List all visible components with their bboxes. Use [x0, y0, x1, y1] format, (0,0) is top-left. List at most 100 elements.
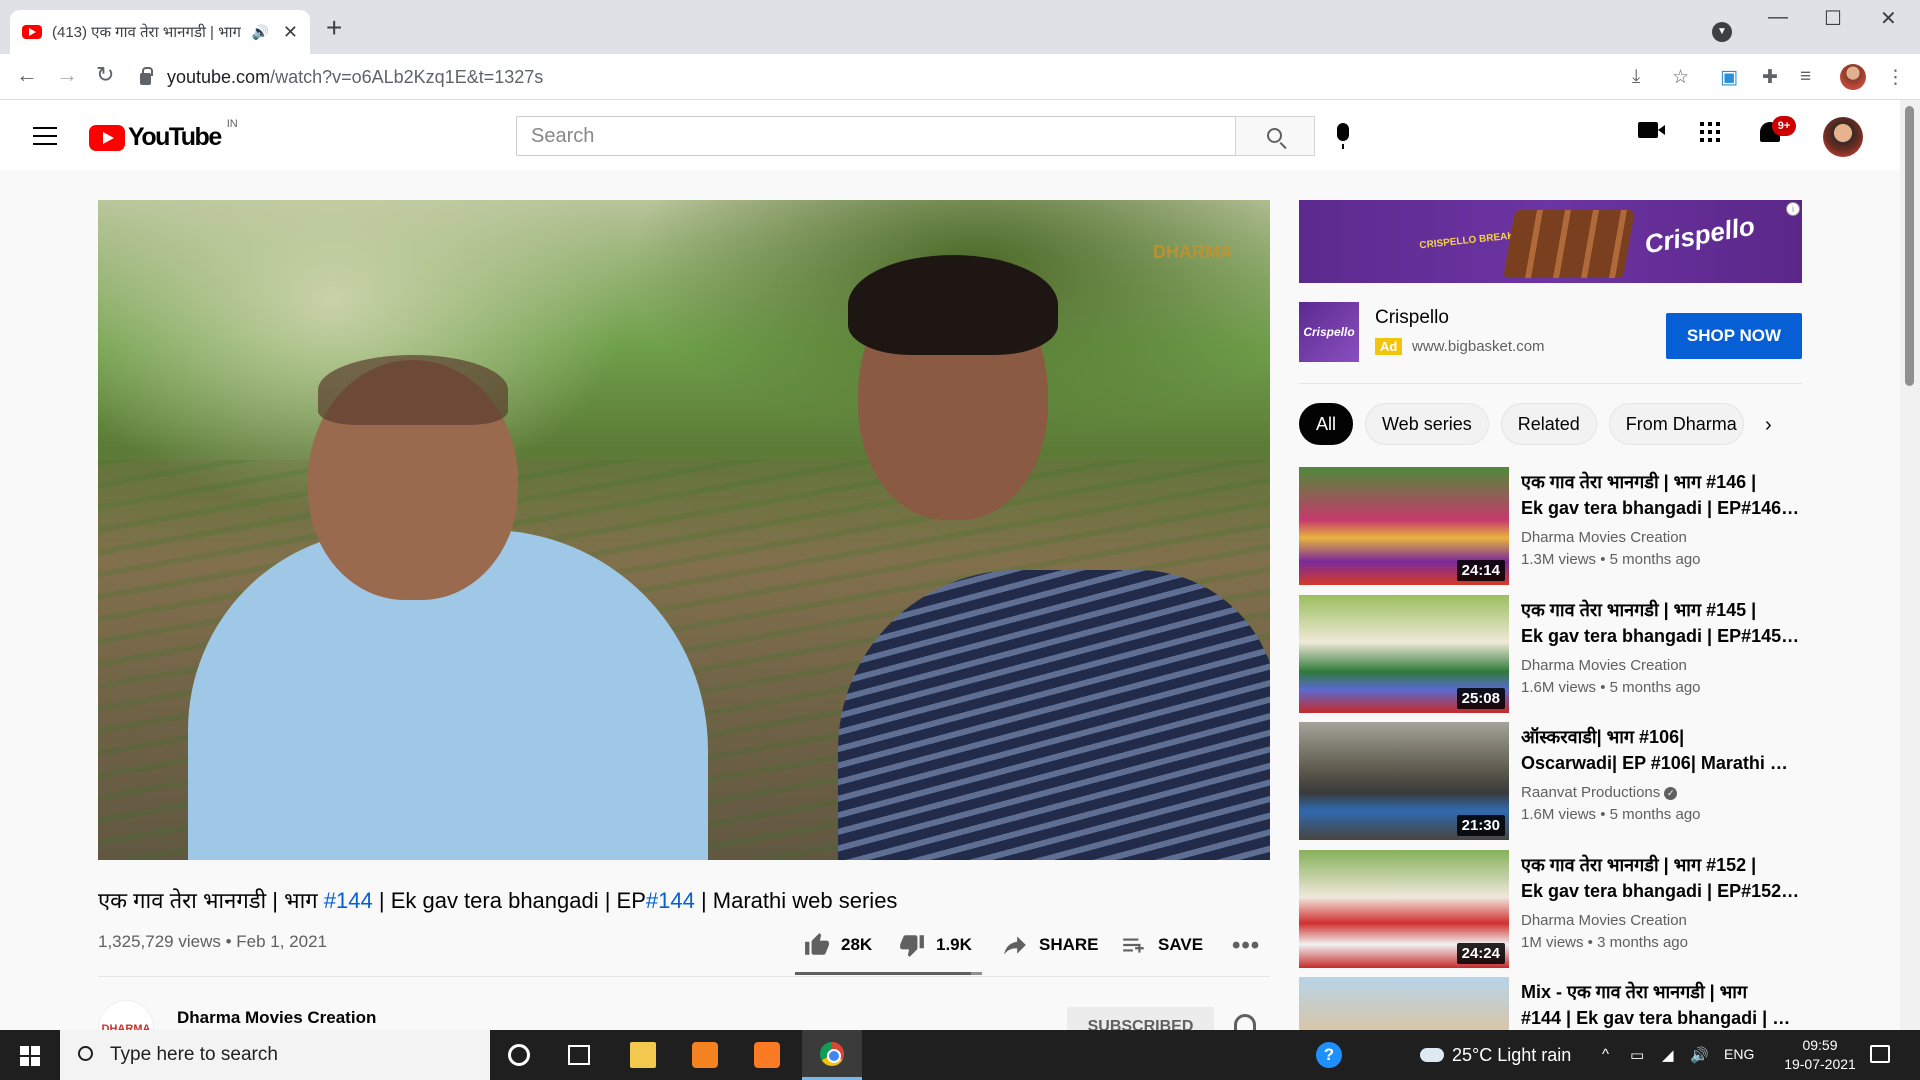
rec-title-line1[interactable]: एक गाव तेरा भानगडी | भाग #145 |: [1521, 597, 1801, 623]
sublime-text-icon[interactable]: [692, 1042, 718, 1068]
tab-search-icon[interactable]: ▼: [1712, 22, 1732, 42]
address-bar[interactable]: youtube.com/watch?v=o6ALb2Kzq1E&t=1327s: [140, 60, 1675, 94]
cortana-icon[interactable]: [508, 1044, 530, 1066]
action-center-icon[interactable]: [1870, 1045, 1890, 1063]
thumbs-down-icon: [900, 935, 924, 957]
browser-tab-youtube[interactable]: (413) एक गाव तेरा भानगडी | भाग 🔊 ✕: [10, 10, 310, 54]
video-thumbnail[interactable]: 24:14: [1299, 467, 1509, 585]
rec-title-line2[interactable]: #144 | Ek gav tera bhangadi | EP#144: [1521, 1005, 1801, 1030]
task-view-icon[interactable]: [568, 1045, 590, 1065]
video-thumbnail[interactable]: 21:30: [1299, 722, 1509, 840]
recommended-video[interactable]: 24:24 एक गाव तेरा भानगडी | भाग #152 | Ek…: [1299, 850, 1804, 968]
speaker-icon[interactable]: 🔊: [251, 24, 268, 41]
chip-all[interactable]: All: [1299, 403, 1354, 445]
video-thumbnail[interactable]: 25:08: [1299, 595, 1509, 713]
bookmark-star-icon[interactable]: ☆: [1672, 66, 1689, 89]
rec-title-line2[interactable]: Ek gav tera bhangadi | EP#152 | Marathi …: [1521, 878, 1801, 904]
rec-channel[interactable]: Dharma Movies Creation: [1521, 657, 1687, 674]
xampp-icon[interactable]: [754, 1042, 780, 1068]
forward-icon[interactable]: →: [56, 62, 78, 88]
channel-name[interactable]: Dharma Movies Creation: [177, 1008, 376, 1028]
back-icon[interactable]: ←: [16, 62, 38, 88]
chip-from-channel[interactable]: From Dharma Movies: [1608, 403, 1744, 445]
taskbar-chrome-button[interactable]: [802, 1030, 862, 1080]
chevron-right-icon[interactable]: ›: [1765, 414, 1772, 437]
ad-title[interactable]: Crispello: [1375, 307, 1449, 329]
video-title: एक गाव तेरा भानगडी | भाग #144 | Ek gav t…: [98, 885, 897, 915]
video-thumbnail[interactable]: 24:24: [1299, 850, 1509, 968]
lock-icon[interactable]: [140, 67, 153, 85]
more-actions-button[interactable]: •••: [1232, 932, 1260, 960]
country-code: IN: [226, 117, 238, 130]
create-video-icon[interactable]: [1638, 122, 1665, 138]
minimize-icon[interactable]: —: [1768, 6, 1788, 29]
reload-icon[interactable]: ↻: [96, 62, 114, 88]
extensions-icon[interactable]: ✚: [1762, 66, 1778, 89]
guide-menu-icon[interactable]: [33, 127, 57, 145]
save-button[interactable]: SAVE: [1120, 932, 1203, 958]
rec-channel[interactable]: Dharma Movies Creation: [1521, 912, 1687, 929]
duration-badge: 25:08: [1456, 688, 1505, 709]
recommended-video[interactable]: 21:30 ऑस्करवाडी| भाग #106| Oscarwadi| EP…: [1299, 722, 1804, 840]
rec-title-line2[interactable]: Ek gav tera bhangadi | EP#146 | Marathi …: [1521, 495, 1801, 521]
mix-thumbnail[interactable]: [1299, 977, 1509, 1030]
help-icon[interactable]: ?: [1316, 1042, 1342, 1068]
youtube-wordmark: YouTube: [128, 123, 222, 151]
file-explorer-icon[interactable]: [630, 1042, 656, 1068]
close-window-icon[interactable]: ✕: [1880, 6, 1897, 31]
battery-icon[interactable]: ▭: [1630, 1046, 1644, 1064]
recommended-video[interactable]: 25:08 एक गाव तेरा भानगडी | भाग #145 | Ek…: [1299, 595, 1804, 713]
apps-icon[interactable]: [1700, 122, 1720, 142]
account-avatar[interactable]: [1823, 117, 1863, 157]
rec-title-line1[interactable]: एक गाव तेरा भानगडी | भाग #152 |: [1521, 852, 1801, 878]
dislike-button[interactable]: 1.9K: [898, 932, 972, 958]
page-scrollbar[interactable]: [1900, 100, 1920, 1030]
volume-icon[interactable]: 🔊: [1690, 1046, 1709, 1064]
ad-logo[interactable]: Crispello: [1299, 302, 1359, 362]
taskbar-clock[interactable]: 09:59 19-07-2021: [1780, 1036, 1860, 1074]
browser-menu-icon[interactable]: ⋮: [1886, 66, 1905, 89]
mic-icon[interactable]: [1337, 123, 1349, 149]
ad-banner[interactable]: CRISPELLO BREAKING EQUAL SHARING Crispel…: [1299, 200, 1802, 283]
weather-widget[interactable]: 25°C Light rain: [1420, 1045, 1571, 1066]
recommended-video[interactable]: 24:14 एक गाव तेरा भानगडी | भाग #146 | Ek…: [1299, 467, 1804, 585]
rec-title-line1[interactable]: ऑस्करवाडी| भाग #106|: [1521, 724, 1801, 750]
extension-app-icon[interactable]: ▣: [1720, 66, 1738, 89]
duration-badge: 21:30: [1456, 815, 1505, 836]
rec-title-line2[interactable]: Ek gav tera bhangadi | EP#145 | Marathi …: [1521, 623, 1801, 649]
scrollbar-thumb[interactable]: [1905, 106, 1914, 386]
video-player[interactable]: DHARMA: [98, 200, 1270, 860]
maximize-icon[interactable]: ☐: [1824, 6, 1842, 31]
rec-title-line1[interactable]: Mix - एक गाव तेरा भानगडी | भाग: [1521, 979, 1801, 1005]
browser-profile-avatar[interactable]: [1840, 64, 1866, 90]
hashtag-link[interactable]: #144: [324, 888, 373, 913]
close-tab-icon[interactable]: ✕: [283, 22, 298, 43]
rec-title-line2[interactable]: Oscarwadi| EP #106| Marathi web series: [1521, 750, 1801, 776]
rec-channel[interactable]: Raanvat Productions ✓: [1521, 784, 1678, 801]
rec-title-line1[interactable]: एक गाव तेरा भानगडी | भाग #146 |: [1521, 469, 1801, 495]
ad-banner-brand: Crispello: [1642, 210, 1757, 260]
wifi-icon[interactable]: ◢: [1662, 1046, 1674, 1064]
search-input[interactable]: Search: [516, 116, 1236, 156]
hashtag-link[interactable]: #144: [646, 888, 695, 913]
search-button[interactable]: [1235, 116, 1315, 156]
language-indicator[interactable]: ENG: [1724, 1046, 1754, 1062]
install-app-icon[interactable]: ⤓: [1632, 66, 1640, 88]
chip-related[interactable]: Related: [1500, 403, 1597, 445]
channel-watermark[interactable]: DHARMA: [1143, 222, 1243, 282]
like-button[interactable]: 28K: [803, 932, 872, 958]
shop-now-button[interactable]: SHOP NOW: [1666, 313, 1802, 359]
share-button[interactable]: SHARE: [1001, 932, 1099, 958]
recommended-mix[interactable]: Mix - एक गाव तेरा भानगडी | भाग #144 | Ek…: [1299, 977, 1804, 1030]
url-text[interactable]: youtube.com/watch?v=o6ALb2Kzq1E&t=1327s: [167, 67, 543, 88]
new-tab-icon[interactable]: +: [326, 14, 342, 42]
media-control-icon[interactable]: ≡: [1800, 66, 1811, 88]
ad-info-icon[interactable]: i: [1786, 202, 1800, 216]
rec-channel[interactable]: Dharma Movies Creation: [1521, 529, 1687, 546]
youtube-logo[interactable]: YouTube IN: [89, 118, 238, 152]
chrome-icon: [820, 1042, 844, 1066]
show-hidden-icons-chevron-icon[interactable]: ^: [1602, 1046, 1609, 1063]
chip-web-series[interactable]: Web series: [1365, 403, 1489, 445]
taskbar-search-input[interactable]: Type here to search: [60, 1030, 490, 1080]
windows-start-icon[interactable]: [20, 1046, 40, 1066]
